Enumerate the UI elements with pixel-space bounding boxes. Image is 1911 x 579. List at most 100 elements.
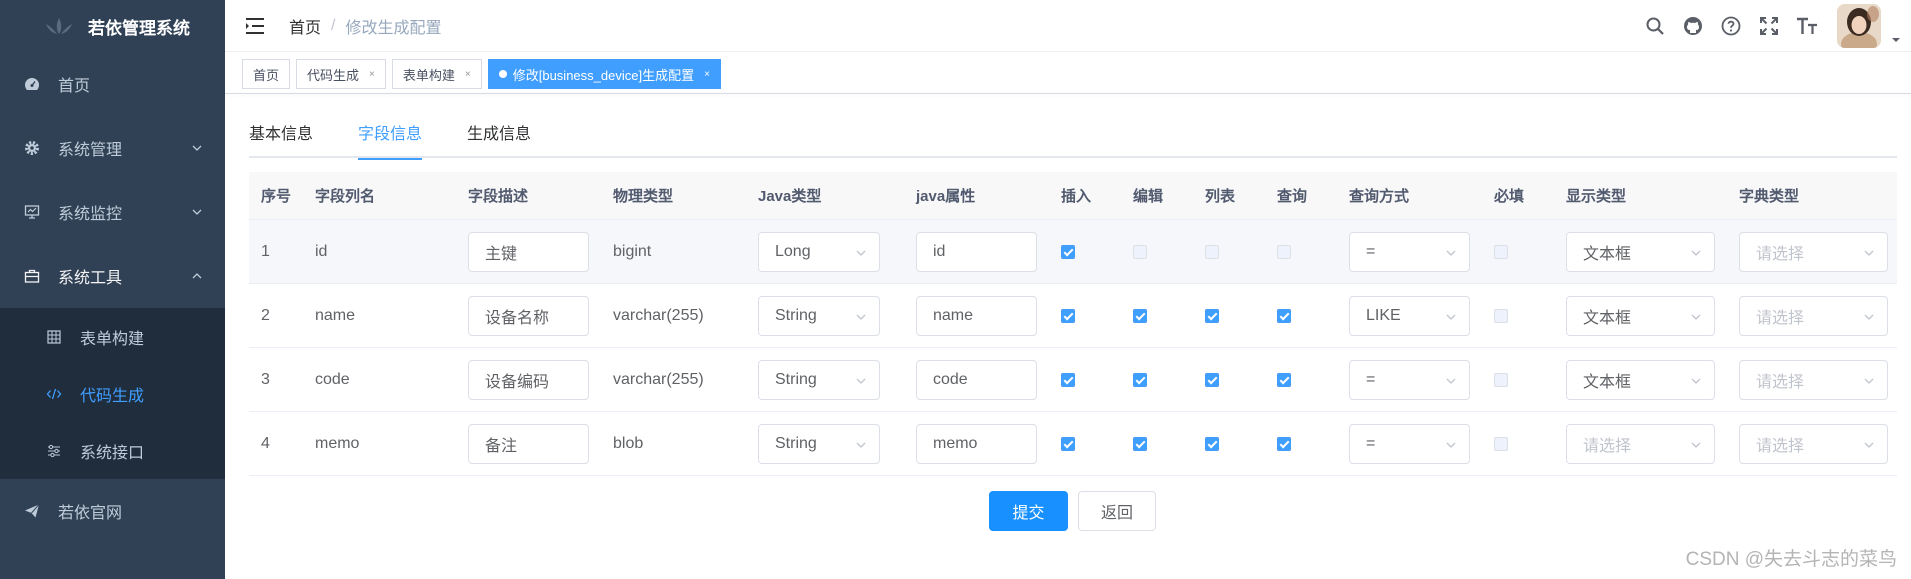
tag-form-build[interactable]: 表单构建 ×: [391, 59, 482, 89]
html-type-select[interactable]: 文本框: [1566, 231, 1715, 272]
insert-checkbox[interactable]: [1061, 308, 1075, 323]
java-type-cell: String: [746, 423, 904, 464]
required-cell: [1482, 244, 1554, 259]
font-size-icon[interactable]: [1795, 14, 1819, 38]
sidebar-item-monitor[interactable]: 系统监控: [0, 180, 225, 244]
caret-down-icon[interactable]: [1891, 35, 1901, 45]
back-button[interactable]: 返回: [1078, 491, 1156, 531]
required-checkbox[interactable]: [1494, 436, 1508, 451]
close-icon[interactable]: ×: [369, 69, 375, 80]
table-body: 1 id 主键 bigint Long id = 文本框 请选择 2 name 设备名称 varchar…: [249, 220, 1897, 476]
column-desc-input[interactable]: 设备编码: [468, 359, 589, 400]
tag-home[interactable]: 首页: [242, 59, 291, 89]
edit-cell: [1121, 244, 1193, 259]
column-desc-input[interactable]: 主键: [468, 231, 589, 272]
help-icon[interactable]: [1719, 14, 1743, 38]
send-icon: [24, 503, 40, 519]
list-checkbox[interactable]: [1205, 372, 1219, 387]
sliders-icon: [46, 443, 62, 459]
column-header: 字段列名: [315, 188, 376, 205]
avatar[interactable]: [1837, 4, 1881, 48]
html-type-select[interactable]: 文本框: [1566, 295, 1715, 336]
fullscreen-icon[interactable]: [1757, 14, 1781, 38]
query-checkbox[interactable]: [1277, 244, 1291, 259]
github-icon[interactable]: [1681, 14, 1705, 38]
sidebar-item-code-gen[interactable]: 代码生成: [0, 365, 225, 422]
logo[interactable]: 若依管理系统: [0, 0, 225, 52]
html-type-cell: 请选择: [1554, 423, 1727, 464]
sidebar-item-label: 表单构建: [80, 330, 145, 348]
submit-button[interactable]: 提交: [989, 491, 1068, 531]
tag-edit-gen-config[interactable]: 修改[business_device]生成配置 ×: [487, 59, 721, 89]
sidebar-item-system[interactable]: 系统管理: [0, 116, 225, 180]
insert-checkbox[interactable]: [1061, 436, 1075, 451]
tags-view: 首页 代码生成 × 表单构建 × 修改[business_device]生成配置…: [225, 58, 721, 90]
column-header: 物理类型: [613, 188, 674, 205]
physical-type: bigint: [613, 242, 652, 260]
sidebar-item-form-build[interactable]: 表单构建: [0, 308, 225, 365]
column-header: 显示类型: [1566, 188, 1627, 205]
breadcrumb-home[interactable]: 首页: [289, 14, 321, 38]
sidebar-item-swagger[interactable]: 系统接口: [0, 422, 225, 479]
sidebar-item-website[interactable]: 若依官网: [0, 479, 225, 543]
query-checkbox[interactable]: [1277, 308, 1291, 323]
tag-code-gen[interactable]: 代码生成 ×: [296, 59, 386, 89]
dict-type-cell: 请选择: [1727, 359, 1895, 400]
list-checkbox[interactable]: [1205, 436, 1219, 451]
chevron-down-icon: [856, 378, 866, 384]
query-type-select[interactable]: =: [1349, 423, 1470, 464]
edit-checkbox[interactable]: [1133, 244, 1147, 259]
tag-label: 修改[business_device]生成配置: [512, 67, 695, 83]
java-field-input[interactable]: memo: [916, 423, 1037, 464]
java-type-select[interactable]: String: [758, 295, 880, 336]
close-icon[interactable]: ×: [465, 69, 471, 80]
java-type-select[interactable]: String: [758, 359, 880, 400]
required-checkbox[interactable]: [1494, 244, 1508, 259]
column-desc-input[interactable]: 设备名称: [468, 295, 589, 336]
query-type-select[interactable]: =: [1349, 359, 1470, 400]
java-field-input[interactable]: id: [916, 231, 1037, 272]
column-desc-input[interactable]: 备注: [468, 423, 589, 464]
close-icon[interactable]: ×: [704, 69, 710, 80]
java-field-input[interactable]: code: [916, 359, 1037, 400]
list-checkbox[interactable]: [1205, 308, 1219, 323]
select-value: 文本框: [1583, 373, 1632, 391]
java-field-input[interactable]: name: [916, 295, 1037, 336]
tab-basic-info[interactable]: 基本信息: [249, 118, 313, 158]
query-checkbox[interactable]: [1277, 372, 1291, 387]
hamburger-icon[interactable]: [243, 14, 267, 38]
desc-cell: 主键: [456, 231, 601, 272]
tab-column-info[interactable]: 字段信息: [358, 118, 423, 160]
query-type-select[interactable]: =: [1349, 231, 1470, 272]
edit-checkbox[interactable]: [1133, 436, 1147, 451]
required-cell: [1482, 372, 1554, 387]
required-checkbox[interactable]: [1494, 308, 1508, 323]
java-type-select[interactable]: Long: [758, 231, 880, 272]
insert-cell: [1049, 244, 1121, 259]
column-header: 插入: [1061, 188, 1092, 205]
dict-type-select[interactable]: 请选择: [1739, 423, 1888, 464]
html-type-select[interactable]: 请选择: [1566, 423, 1715, 464]
insert-checkbox[interactable]: [1061, 372, 1075, 387]
breadcrumb-current: 修改生成配置: [345, 19, 442, 37]
select-value: 请选择: [1583, 437, 1632, 455]
column-header: 查询: [1277, 188, 1308, 205]
required-checkbox[interactable]: [1494, 372, 1508, 387]
html-type-select[interactable]: 文本框: [1566, 359, 1715, 400]
sidebar-item-tools[interactable]: 系统工具: [0, 244, 225, 308]
dict-type-select[interactable]: 请选择: [1739, 359, 1888, 400]
edit-checkbox[interactable]: [1133, 308, 1147, 323]
query-type-select[interactable]: LIKE: [1349, 295, 1470, 336]
java-type-select[interactable]: String: [758, 423, 880, 464]
list-checkbox[interactable]: [1205, 244, 1219, 259]
edit-checkbox[interactable]: [1133, 372, 1147, 387]
query-checkbox[interactable]: [1277, 436, 1291, 451]
sidebar-item-home[interactable]: 首页: [0, 52, 225, 116]
dict-type-select[interactable]: 请选择: [1739, 295, 1888, 336]
search-icon[interactable]: [1643, 14, 1667, 38]
sidebar-item-label: 首页: [58, 78, 91, 95]
tab-gen-info[interactable]: 生成信息: [467, 118, 531, 158]
dict-type-select[interactable]: 请选择: [1739, 231, 1888, 272]
physical-type: varchar(255): [613, 370, 704, 388]
insert-checkbox[interactable]: [1061, 244, 1075, 259]
